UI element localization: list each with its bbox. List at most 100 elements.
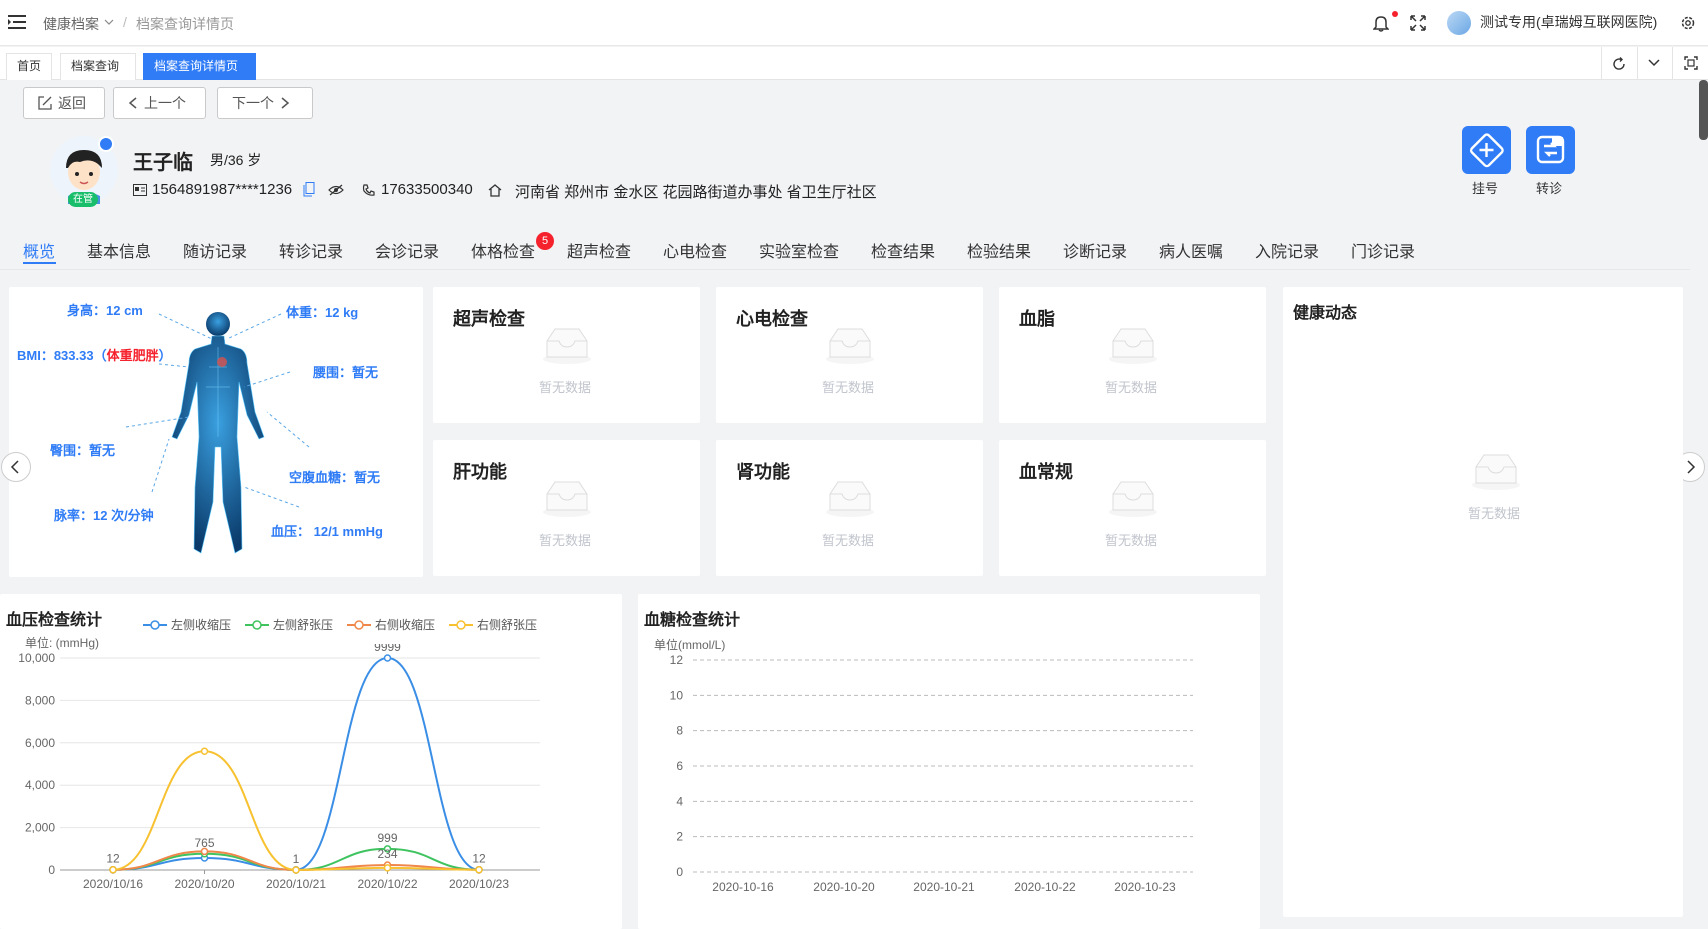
- divider: [1672, 47, 1673, 80]
- subnav-exam-results[interactable]: 检查结果: [871, 238, 935, 262]
- transfer-button[interactable]: [1526, 126, 1575, 174]
- y-tick-label: 2,000: [25, 821, 55, 835]
- data-point: [383, 654, 392, 662]
- data-point: [383, 864, 392, 872]
- y-tick-label: 8,000: [25, 693, 55, 707]
- edit-back-icon: [38, 96, 52, 110]
- exam-card-blood-lipid[interactable]: 血脂 暂无数据: [999, 287, 1266, 423]
- register-label: 挂号: [1472, 181, 1499, 196]
- x-tick-label: 2020/10/22: [357, 877, 417, 891]
- x-tick-label: 2020-10-23: [1114, 880, 1176, 894]
- status-badge: 在管: [68, 192, 98, 207]
- subnav-physical-exam[interactable]: 体格检查: [471, 238, 535, 262]
- subnav-basic-info[interactable]: 基本信息: [87, 238, 151, 262]
- x-tick-label: 2020/10/16: [83, 877, 143, 891]
- x-tick-label: 2020/10/21: [266, 877, 326, 891]
- tab-records-query[interactable]: 档案查询: [60, 53, 136, 80]
- subnav-consultation[interactable]: 会诊记录: [375, 238, 439, 262]
- empty-text: 暂无数据: [822, 380, 875, 395]
- empty-inbox-icon: [1109, 481, 1157, 517]
- empty-inbox-icon: [826, 481, 874, 517]
- back-label: 返回: [58, 95, 86, 111]
- exam-card-title: 肝功能: [453, 462, 507, 482]
- subnav-orders[interactable]: 病人医嘱: [1159, 238, 1223, 262]
- chevron-down-icon[interactable]: [1648, 59, 1660, 67]
- previous-label: 上一个: [144, 95, 186, 111]
- breadcrumb-item-health-records[interactable]: 健康档案: [43, 14, 99, 34]
- tab-home[interactable]: 首页: [6, 53, 53, 80]
- y-tick-label: 10,000: [18, 651, 55, 665]
- back-button[interactable]: 返回: [23, 87, 105, 119]
- divider: [1637, 47, 1638, 80]
- y-tick-label: 0: [676, 865, 683, 879]
- exam-card-title: 超声检查: [453, 309, 525, 329]
- legend-item[interactable]: 右侧舒张压: [449, 616, 537, 633]
- bmi-status: 体重肥胖: [106, 348, 159, 363]
- x-tick-label: 2020-10-22: [1014, 880, 1076, 894]
- notification-bell-icon[interactable]: [1373, 14, 1389, 32]
- next-button[interactable]: 下一个: [217, 87, 313, 119]
- x-tick-label: 2020/10/20: [174, 877, 234, 891]
- register-button[interactable]: [1462, 126, 1511, 174]
- subnav-outpatient[interactable]: 门诊记录: [1351, 238, 1415, 262]
- subnav-test-results[interactable]: 检验结果: [967, 238, 1031, 262]
- subnav-lab[interactable]: 实验室检查: [759, 238, 839, 262]
- subnav-overview[interactable]: 概览: [23, 238, 55, 262]
- data-label: 12: [472, 852, 486, 866]
- legend-item[interactable]: 右侧收缩压: [347, 616, 435, 633]
- legend-label: 右侧舒张压: [477, 618, 538, 632]
- legend-label: 右侧收缩压: [375, 618, 436, 632]
- x-tick-label: 2020-10-21: [913, 880, 975, 894]
- x-tick-label: 2020/10/23: [449, 877, 509, 891]
- data-point: [200, 747, 209, 756]
- exam-card-blood-routine[interactable]: 血常规 暂无数据: [999, 440, 1266, 576]
- bmi-status-close: ）: [158, 348, 172, 363]
- eye-hidden-icon[interactable]: [328, 184, 344, 196]
- exam-card-kidney-function[interactable]: 肾功能 暂无数据: [716, 440, 983, 576]
- breadcrumb-separator: /: [123, 14, 127, 30]
- settings-gear-icon[interactable]: [1680, 15, 1696, 31]
- waist-metric: 腰围：暂无: [313, 365, 379, 380]
- legend-marker-icon: [449, 619, 474, 630]
- copy-icon[interactable]: [303, 182, 315, 197]
- series-line: [112, 657, 480, 871]
- exam-card-ultrasound[interactable]: 超声检查 暂无数据: [433, 287, 700, 423]
- tab-records-detail[interactable]: 档案查询详情页×: [143, 53, 256, 98]
- empty-inbox-icon: [1472, 454, 1520, 490]
- scrollbar-thumb[interactable]: [1699, 80, 1708, 140]
- bmi-value: BMI：833.33: [17, 348, 94, 363]
- patient-name: 王子临: [133, 152, 193, 174]
- legend-item[interactable]: 左侧收缩压: [143, 616, 231, 633]
- maximize-icon[interactable]: [1684, 56, 1698, 70]
- patient-address: 河南省 郑州市 金水区 花园路街道办事处 省卫生厅社区: [515, 184, 877, 201]
- empty-inbox-icon: [1109, 328, 1157, 364]
- subnav-referral[interactable]: 转诊记录: [279, 238, 343, 262]
- subnav-admission[interactable]: 入院记录: [1255, 238, 1319, 262]
- user-name[interactable]: 测试专用(卓瑞姆互联网医院): [1480, 12, 1657, 32]
- subnav-followup[interactable]: 随访记录: [183, 238, 247, 262]
- health-feed-title: 健康动态: [1293, 305, 1358, 322]
- exam-card-liver-function[interactable]: 肝功能 暂无数据: [433, 440, 700, 576]
- refresh-icon[interactable]: [1612, 57, 1626, 71]
- carousel-prev-button[interactable]: [1, 452, 31, 482]
- exam-card-ecg[interactable]: 心电检查 暂无数据: [716, 287, 983, 423]
- previous-button[interactable]: 上一个: [113, 87, 206, 119]
- phone-icon: [362, 184, 375, 196]
- id-card-icon: [133, 184, 147, 196]
- subnav-ultrasound[interactable]: 超声检查: [567, 238, 631, 262]
- y-tick-label: 0: [48, 863, 55, 877]
- next-label: 下一个: [232, 95, 274, 111]
- legend-marker-icon: [143, 619, 167, 630]
- register-icon: [1469, 133, 1504, 168]
- avatar[interactable]: [1447, 11, 1471, 35]
- legend-item[interactable]: 左侧舒张压: [245, 616, 333, 633]
- data-point: [475, 865, 483, 874]
- data-label: 9999: [374, 644, 401, 654]
- subnav-ecg[interactable]: 心电检查: [663, 238, 727, 262]
- glucose-chart-plot: 0 2 4 6 8 10 12 2020-10-16 2020-10-20 2020-10-21 2…: [670, 653, 1193, 894]
- exam-card-title: 心电检查: [736, 309, 808, 329]
- subnav-diagnosis[interactable]: 诊断记录: [1063, 238, 1127, 262]
- fullscreen-icon[interactable]: [1410, 15, 1426, 31]
- menu-toggle-icon[interactable]: [8, 14, 26, 30]
- glucose-chart-title: 血糖检查统计: [644, 612, 741, 629]
